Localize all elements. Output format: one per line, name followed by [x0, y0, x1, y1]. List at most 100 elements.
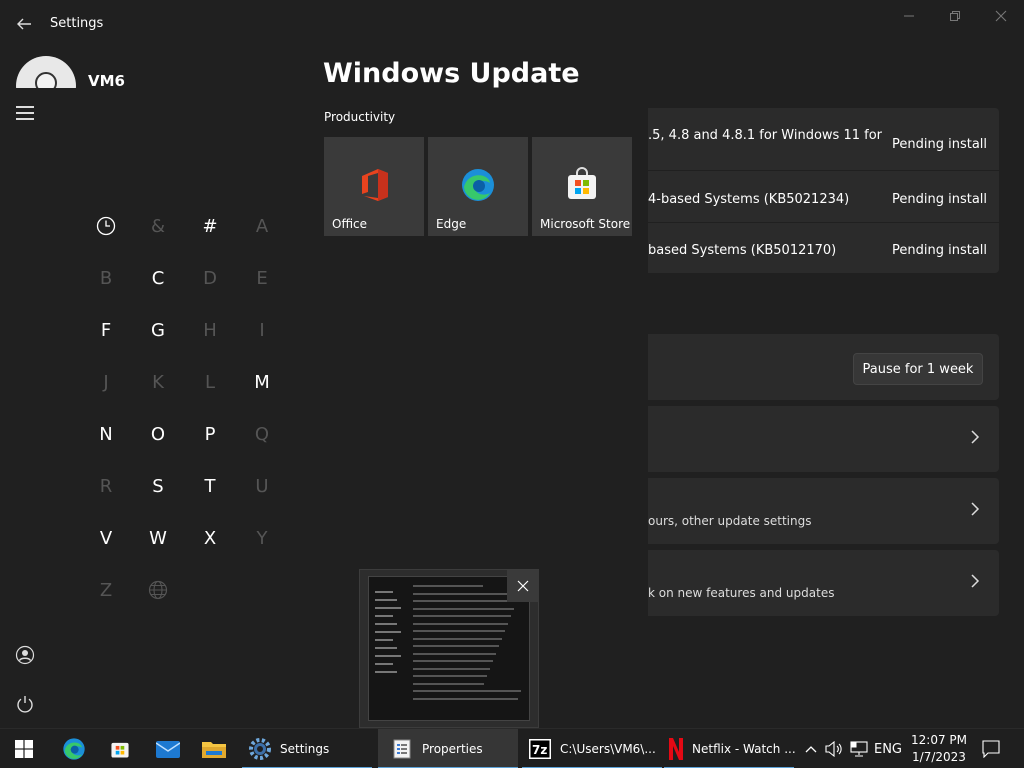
jump-letter: &: [150, 215, 166, 237]
jump-letter: E: [256, 267, 268, 289]
jump-letter: U: [255, 475, 269, 497]
update-name: .5, 4.8 and 4.8.1 for Windows 11 for: [648, 128, 882, 143]
desktop: Settings VM6 Windows Update .5, 4.8 and …: [0, 0, 1024, 768]
thumbnail-line: [375, 631, 401, 633]
jump-letter[interactable]: P: [184, 408, 236, 460]
minimize-icon[interactable]: [886, 4, 932, 28]
thumbnail-line: [413, 652, 496, 655]
network-icon[interactable]: [848, 729, 870, 768]
jump-letter: K: [152, 371, 164, 393]
power-icon[interactable]: [14, 693, 36, 715]
close-icon[interactable]: [507, 570, 539, 602]
edge-icon: [460, 167, 496, 203]
thumbnail-line: [413, 645, 499, 647]
thumbnail-line: [375, 591, 393, 593]
thumbnail-line: [375, 607, 401, 609]
jump-letter[interactable]: N: [80, 408, 132, 460]
taskbar-file-explorer[interactable]: [190, 729, 238, 768]
jump-letter[interactable]: F: [80, 304, 132, 356]
start-menu: & # A B C D E F G H I J K L M N O P Q R S T U V W X Y Z Productivit…: [0, 88, 648, 728]
settings-gear-icon: [248, 737, 272, 761]
jump-letter[interactable]: O: [132, 408, 184, 460]
jump-letter[interactable]: S: [132, 460, 184, 512]
back-arrow-icon[interactable]: [8, 8, 40, 40]
update-history-card[interactable]: [648, 406, 999, 472]
user-account-icon[interactable]: [14, 644, 36, 666]
preview-thumbnail: [368, 576, 530, 721]
office-icon: [356, 167, 392, 203]
jump-letter: B: [99, 267, 113, 289]
jump-letter[interactable]: W: [132, 512, 184, 564]
jump-letter[interactable]: X: [184, 512, 236, 564]
recent-clock-icon[interactable]: [80, 200, 132, 252]
close-icon[interactable]: [978, 4, 1024, 28]
jump-letter[interactable]: M: [236, 356, 288, 408]
taskbar-label: Settings: [280, 742, 330, 756]
maximize-icon[interactable]: [932, 4, 978, 28]
taskbar-properties[interactable]: Properties: [378, 729, 518, 768]
thumbnail-line: [375, 671, 397, 673]
taskbar-label: Netflix - Watch ...: [692, 742, 796, 756]
taskbar-edge[interactable]: [50, 729, 98, 768]
tile-label: Office: [332, 217, 368, 231]
thumbnail-line: [413, 667, 490, 670]
thumbnail-line: [375, 599, 397, 601]
jump-letter[interactable]: C: [132, 252, 184, 304]
jump-letter: L: [204, 371, 216, 393]
7zip-icon: 7z: [528, 737, 552, 761]
update-name: 4-based Systems (KB5021234): [648, 192, 850, 207]
taskbar-microsoft-store[interactable]: [96, 729, 144, 768]
jump-letter: R: [99, 475, 113, 497]
taskbar-preview[interactable]: [359, 569, 539, 728]
jump-letter[interactable]: V: [80, 512, 132, 564]
microsoft-store-icon: [108, 737, 132, 761]
hamburger-menu-icon[interactable]: [16, 106, 34, 120]
notification-center-icon[interactable]: [980, 729, 1002, 768]
jump-letter[interactable]: #: [184, 200, 236, 252]
update-status: Pending install: [892, 137, 988, 152]
thumbnail-line: [375, 655, 401, 657]
thumbnail-line: [413, 660, 493, 662]
tile-edge[interactable]: Edge: [428, 137, 528, 236]
properties-icon: [390, 737, 414, 761]
app-title: Settings: [50, 16, 104, 31]
mail-icon: [156, 737, 180, 761]
update-status: Pending install: [892, 243, 988, 258]
group-label: Productivity: [324, 110, 396, 124]
update-status: Pending install: [892, 192, 988, 207]
pause-button[interactable]: Pause for 1 week: [853, 353, 983, 385]
insider-program-card[interactable]: k on new features and updates: [648, 550, 999, 616]
file-explorer-icon: [202, 737, 226, 761]
update-list: .5, 4.8 and 4.8.1 for Windows 11 for Pen…: [648, 108, 999, 273]
start-button[interactable]: [0, 729, 48, 768]
jump-letter[interactable]: T: [184, 460, 236, 512]
taskbar-7zip[interactable]: 7z C:\Users\VM6\...: [522, 729, 662, 768]
thumbnail-line: [413, 622, 508, 625]
update-name: based Systems (KB5012170): [648, 243, 837, 258]
tile-label: Microsoft Store: [540, 217, 631, 231]
thumbnail-line: [413, 637, 502, 640]
chevron-right-icon: [970, 574, 980, 592]
start-windows-icon: [12, 737, 36, 761]
volume-icon[interactable]: [823, 729, 845, 768]
tile-microsoft-store[interactable]: Microsoft Store: [532, 137, 632, 236]
advanced-options-card[interactable]: ours, other update settings: [648, 478, 999, 544]
language-indicator[interactable]: ENG: [872, 729, 904, 768]
taskbar-mail[interactable]: [144, 729, 192, 768]
jump-letter: Q: [254, 423, 270, 445]
tile-office[interactable]: Office: [324, 137, 424, 236]
clock[interactable]: 12:07 PM 1/7/2023: [906, 732, 972, 766]
taskbar-netflix[interactable]: Netflix - Watch ...: [664, 729, 796, 768]
thumbnail-line: [413, 675, 487, 677]
thumbnail-sidebar: [369, 577, 407, 720]
update-row: .5, 4.8 and 4.8.1 for Windows 11 for Pen…: [648, 108, 999, 162]
thumbnail-line: [413, 592, 520, 595]
tile-label: Edge: [436, 217, 467, 231]
jump-letter[interactable]: G: [132, 304, 184, 356]
chevron-right-icon: [970, 430, 980, 448]
netflix-icon: [668, 737, 684, 761]
taskbar-settings[interactable]: Settings: [242, 729, 372, 768]
thumbnail-line: [413, 697, 518, 700]
thumbnail-line: [375, 663, 393, 665]
show-hidden-icons-chevron-icon[interactable]: [801, 729, 821, 768]
